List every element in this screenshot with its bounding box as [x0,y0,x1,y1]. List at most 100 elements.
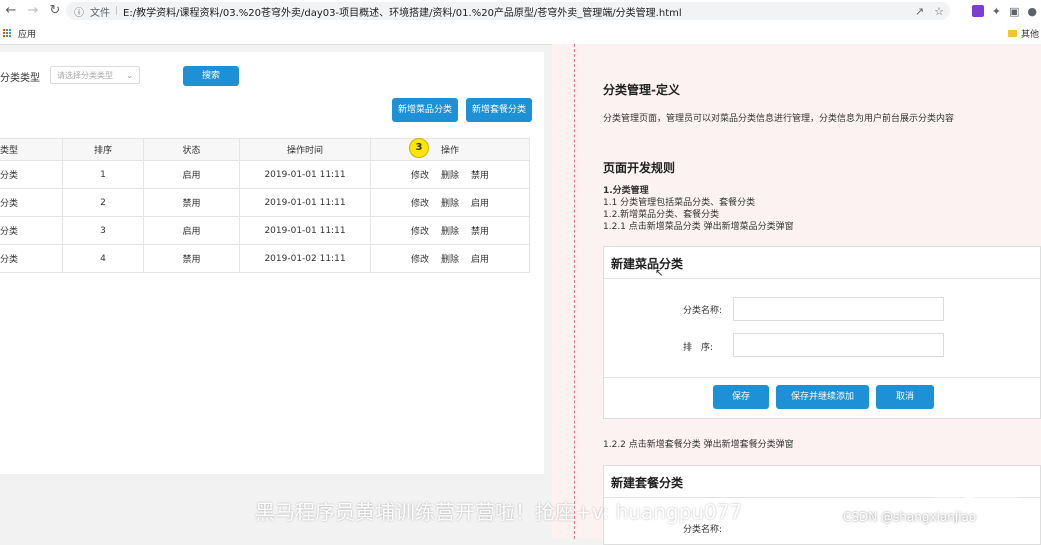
cell-time: 2019-01-01 11:11 [239,160,371,189]
rules-heading: 页面开发规则 [603,161,676,175]
mouse-cursor-icon: ↖ [655,268,664,279]
cell-time: 2019-01-02 11:11 [239,244,371,273]
promo-watermark: 黑马程序员黄埔训练营开营啦！抢座+v: huangpu077 [255,500,743,524]
cell-actions: 修改 删除 启用 [370,244,530,273]
toggle-status-link[interactable]: 启用 [471,255,489,265]
nav-controls: ← → ↻ [0,0,66,22]
select-placeholder: 请选择分类类型 [57,71,113,80]
browser-chrome: ← → ↻ ⓘ 文件 | E:/教学资料/课程资料/03.%20苍穹外卖/day… [0,0,1041,45]
profile-icon[interactable]: ● [1027,5,1037,18]
file-scheme-label: 文件 [90,7,110,19]
table-row: 分类 1 启用 2019-01-01 11:11 修改 删除 禁用 [0,160,530,189]
rule-1-1: 1.1 分类管理包括菜品分类、套餐分类 [603,198,756,208]
forward-icon[interactable]: → [22,0,44,22]
edit-link[interactable]: 修改 [411,255,429,265]
info-icon[interactable]: ⓘ [72,4,86,19]
rule-1: 1.分类管理 [603,186,649,196]
address-actions: ↗ ☆ [915,2,944,20]
video-logo-icon [931,472,1019,536]
save-button[interactable]: 保存 [713,385,769,409]
url-text[interactable]: E:/教学资料/课程资料/03.%20苍穹外卖/day03-项目概述、环境搭建/… [123,4,682,19]
toggle-status-link[interactable]: 启用 [471,199,489,209]
add-dish-category-button[interactable]: 新增菜品分类 [392,98,458,122]
cell-status: 禁用 [143,244,240,273]
bookmark-apps[interactable]: 应用 [18,27,36,40]
column-header-actions: 操作 [370,138,530,161]
cell-status: 禁用 [143,188,240,217]
address-bar[interactable]: ⓘ 文件 | E:/教学资料/课程资料/03.%20苍穹外卖/day03-项目概… [66,2,950,20]
csdn-watermark: CSDN @shangxianjiao [843,510,977,524]
new-dish-category-dialog: 新建菜品分类 分类名称: 排 序: 保存 保存并继续添加 取消 [603,246,1041,419]
add-set-category-button[interactable]: 新增套餐分类 [466,98,532,122]
bookmark-star-icon[interactable]: ☆ [934,5,944,18]
save-and-continue-button[interactable]: 保存并继续添加 [776,385,869,409]
delete-link[interactable]: 删除 [441,227,459,237]
share-icon[interactable]: ↗ [915,5,924,18]
table-header-row: 类型 排序 状态 操作时间 操作 [0,138,530,161]
sidebar-icon[interactable]: ▣ [1009,5,1019,18]
extension-icon[interactable] [971,5,984,17]
bookmark-other-label: 其他 [1020,30,1039,40]
apps-grid-icon[interactable] [3,28,12,38]
rule-1-2: 1.2.新增菜品分类、套餐分类 [603,210,720,220]
toggle-status-link[interactable]: 禁用 [471,227,489,237]
column-header-type: 类型 [0,138,63,161]
sort-input[interactable] [733,333,944,357]
cell-time: 2019-01-01 11:11 [239,216,371,245]
name-field-label: 分类名称: [683,306,723,316]
cell-status: 启用 [143,160,240,189]
dialog-title: 新建套餐分类 [611,476,684,490]
table-row: 分类 4 禁用 2019-01-02 11:11 修改 删除 启用 [0,244,530,273]
cell-sort: 1 [62,160,144,189]
rules-list: 1.分类管理 1.1 分类管理包括菜品分类、套餐分类 1.2.新增菜品分类、套餐… [603,185,794,233]
filter-label: 分类类型 [0,73,40,84]
cell-actions: 修改 删除 禁用 [370,160,530,189]
cell-actions: 修改 删除 禁用 [370,216,530,245]
cell-time: 2019-01-01 11:11 [239,188,371,217]
column-header-sort: 排序 [62,138,144,161]
cell-sort: 3 [62,216,144,245]
bookmarks-bar: 应用 其他 [0,24,1041,42]
dialog-footer-divider [604,377,1040,378]
chevron-down-icon: ⌄ [126,71,133,80]
edit-link[interactable]: 修改 [411,227,429,237]
edit-link[interactable]: 修改 [411,171,429,181]
address-separator: | [115,6,119,16]
bookmark-other[interactable]: 其他 [1007,27,1039,40]
cell-type: 分类 [0,244,63,273]
table-row: 分类 2 禁用 2019-01-01 11:11 修改 删除 启用 [0,188,530,217]
category-name-input[interactable] [733,297,944,321]
cell-sort: 4 [62,244,144,273]
extension-icons: ✦ ▣ ● [971,2,1037,20]
search-button[interactable]: 搜索 [183,66,239,86]
cell-type: 分类 [0,216,63,245]
cell-status: 启用 [143,216,240,245]
cell-type: 分类 [0,188,63,217]
definition-description: 分类管理页面，管理员可以对菜品分类信息进行管理，分类信息为用户前台展示分类内容 [603,114,955,124]
table-row: 分类 3 启用 2019-01-01 11:11 修改 删除 禁用 [0,216,530,245]
delete-link[interactable]: 删除 [441,255,459,265]
dialog-title: 新建菜品分类 [611,257,684,271]
column-header-status: 状态 [143,138,240,161]
category-admin-panel: 分类类型 请选择分类类型 ⌄ 搜索 新增菜品分类 新增套餐分类 类型 排序 状态… [0,52,544,474]
puzzle-icon[interactable]: ✦ [992,5,1001,18]
column-header-time: 操作时间 [239,138,371,161]
cell-actions: 修改 删除 启用 [370,188,530,217]
cancel-button[interactable]: 取消 [876,385,934,409]
category-table: 类型 排序 状态 操作时间 操作 分类 1 启用 2019-01-01 11:1… [0,138,530,273]
rule-1-2-1: 1.2.1 点击新增菜品分类 弹出新增菜品分类弹窗 [603,222,794,232]
delete-link[interactable]: 删除 [441,199,459,209]
dialog-divider [604,278,1040,279]
cell-type: 分类 [0,160,63,189]
panel-divider [574,44,575,539]
cell-sort: 2 [62,188,144,217]
folder-icon [1007,30,1017,37]
toggle-status-link[interactable]: 禁用 [471,171,489,181]
rule-1-2-2: 1.2.2 点击新增套餐分类 弹出新增套餐分类弹窗 [603,440,794,450]
category-type-select[interactable]: 请选择分类类型 ⌄ [50,66,140,84]
delete-link[interactable]: 删除 [441,171,459,181]
back-icon[interactable]: ← [0,0,22,22]
reload-icon[interactable]: ↻ [44,0,66,22]
edit-link[interactable]: 修改 [411,199,429,209]
definition-heading: 分类管理-定义 [603,83,680,97]
